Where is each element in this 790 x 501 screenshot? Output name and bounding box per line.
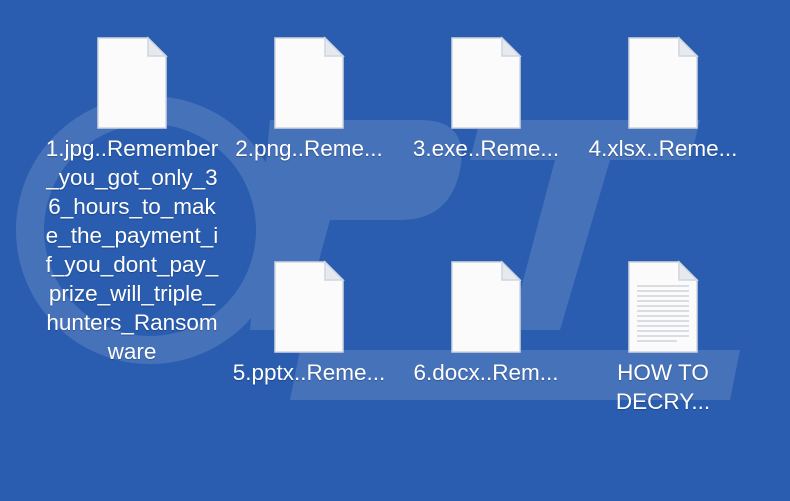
blank-file-icon — [451, 260, 522, 353]
file-item[interactable]: 6.docx..Rem... — [398, 260, 574, 387]
file-name: 1.jpg..Remember_you_got_only_36_hours_to… — [45, 136, 219, 364]
text-file-icon — [628, 260, 699, 353]
file-name: 5.pptx..Reme... — [232, 360, 386, 385]
file-item[interactable]: HOW TO DECRY... — [575, 260, 751, 416]
file-name: 2.png..Reme... — [235, 136, 383, 161]
file-name: 3.exe..Reme... — [412, 136, 560, 161]
blank-file-icon — [451, 36, 522, 129]
desktop: 1.jpg..Remember_you_got_only_36_hours_to… — [0, 0, 790, 501]
file-item[interactable]: 1.jpg..Remember_you_got_only_36_hours_to… — [44, 36, 220, 366]
blank-file-icon — [274, 260, 345, 353]
file-name: 4.xlsx..Reme... — [588, 136, 738, 161]
blank-file-icon — [97, 36, 168, 129]
file-name: HOW TO DECRY... — [615, 360, 711, 414]
file-item[interactable]: 2.png..Reme... — [221, 36, 397, 163]
file-item[interactable]: 4.xlsx..Reme... — [575, 36, 751, 163]
blank-file-icon — [628, 36, 699, 129]
file-item[interactable]: 5.pptx..Reme... — [221, 260, 397, 387]
file-item[interactable]: 3.exe..Reme... — [398, 36, 574, 163]
file-name: 6.docx..Rem... — [413, 360, 559, 385]
blank-file-icon — [274, 36, 345, 129]
